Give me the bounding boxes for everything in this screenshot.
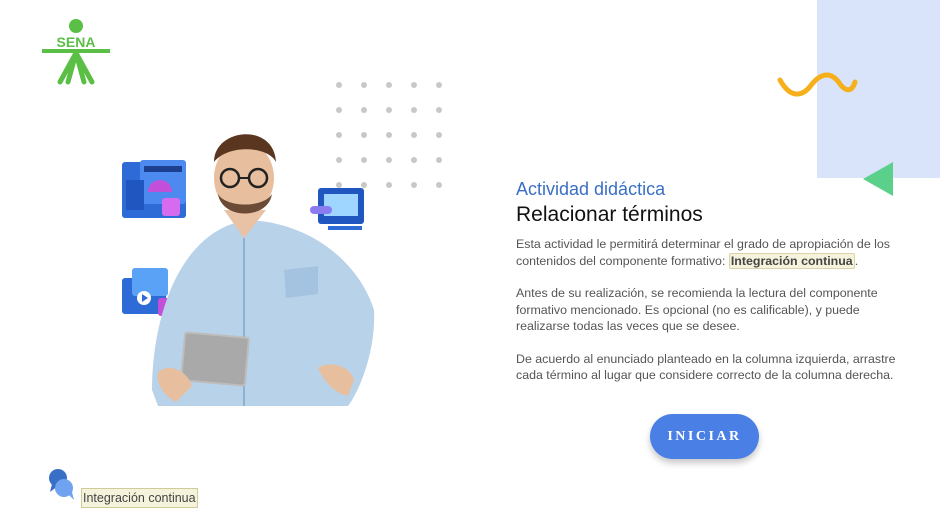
grid-dot	[436, 182, 442, 188]
grid-dot	[436, 157, 442, 163]
grid-dot	[411, 82, 417, 88]
breadcrumb: Integración continua	[81, 488, 198, 508]
activity-title: Relacionar términos	[516, 203, 703, 226]
grid-dot	[436, 132, 442, 138]
sena-logo: SENA	[42, 19, 110, 85]
activity-description: Esta actividad le permitirá determinar e…	[516, 236, 896, 269]
grid-dot	[336, 82, 342, 88]
grid-dot	[411, 182, 417, 188]
grid-dot	[386, 157, 392, 163]
activity-panel: Actividad didáctica Relacionar términos …	[516, 178, 896, 400]
chat-bubbles-icon	[49, 469, 74, 500]
logo-text: SENA	[57, 34, 96, 50]
monitor-icon	[310, 188, 364, 230]
activity-subtitle: Actividad didáctica	[516, 179, 666, 199]
grid-dot	[411, 132, 417, 138]
tablet-person-illustration	[122, 134, 375, 406]
grid-dot	[411, 107, 417, 113]
activity-instructions: De acuerdo al enunciado planteado en la …	[516, 351, 896, 383]
wave-decoration	[777, 72, 858, 97]
grid-dot	[386, 182, 392, 188]
grid-dot	[361, 82, 367, 88]
grid-dot	[411, 157, 417, 163]
grid-dot	[436, 107, 442, 113]
grid-dot	[386, 107, 392, 113]
start-button[interactable]: INICIAR	[650, 414, 759, 459]
dashboard-icon	[122, 160, 186, 218]
activity-recommendation: Antes de su realización, se recomienda l…	[516, 286, 878, 333]
grid-dot	[386, 82, 392, 88]
grid-dot	[386, 132, 392, 138]
grid-dot	[436, 82, 442, 88]
description-end: .	[854, 253, 859, 268]
component-highlight: Integración continua	[728, 252, 855, 269]
